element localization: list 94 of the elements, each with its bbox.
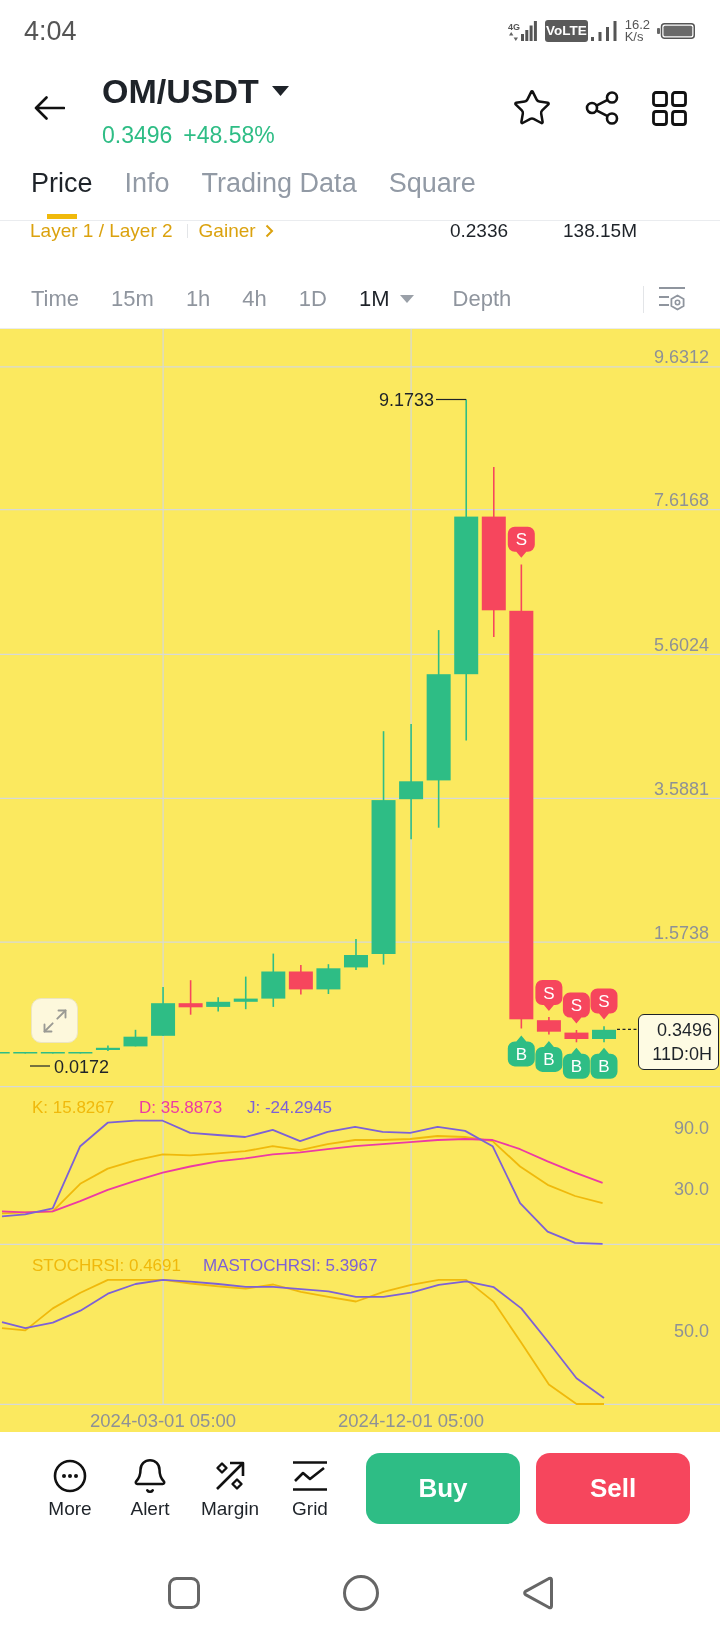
tag-link[interactable]: Gainer xyxy=(198,221,274,241)
interval-tab[interactable]: 1h xyxy=(185,285,211,313)
candlestick xyxy=(316,963,341,995)
chart-settings-icon xyxy=(658,286,686,312)
indicator-value: K: 15.8267 xyxy=(32,1098,115,1117)
clock-time: 4:04 xyxy=(24,15,77,47)
candlestick xyxy=(123,1029,148,1048)
zigzag-lines-icon xyxy=(292,1459,328,1492)
price-axis-label: 9.6312 xyxy=(653,347,709,368)
date-label: 2024-12-01 05:00 xyxy=(338,1410,485,1431)
category-tag[interactable]: Layer 1 / Layer 2 xyxy=(30,221,173,241)
expand-button[interactable] xyxy=(31,998,78,1043)
buy-button[interactable]: Buy xyxy=(366,1453,520,1524)
candlestick xyxy=(68,1051,93,1055)
alert-button[interactable]: Alert xyxy=(110,1457,190,1520)
interval-tab[interactable]: Time xyxy=(31,285,80,313)
network-speed-value: 16.2 xyxy=(624,19,650,31)
depth-tab[interactable]: Depth xyxy=(452,285,512,313)
chart-settings-button[interactable] xyxy=(658,286,686,312)
pair-selector[interactable]: OM/USDT xyxy=(102,71,289,111)
candlestick xyxy=(592,1025,616,1044)
countdown-timer: 11D:0H xyxy=(652,1043,712,1066)
sell-button[interactable]: Sell xyxy=(536,1453,690,1524)
sell-marker: S xyxy=(562,992,590,1024)
signal-bars-icon xyxy=(520,21,537,41)
current-price: 0.3496 xyxy=(656,1019,712,1042)
margin-button[interactable]: Margin xyxy=(190,1457,270,1520)
candlestick xyxy=(344,938,368,971)
recent-apps-icon[interactable] xyxy=(168,1576,200,1609)
network-type-label: 4G xyxy=(507,21,520,32)
network-speed-unit: K/s xyxy=(624,31,644,43)
interval-tab[interactable]: 15m xyxy=(111,285,154,313)
candlestick xyxy=(95,1044,120,1052)
back-icon[interactable] xyxy=(522,1574,553,1611)
tab[interactable]: Square xyxy=(388,152,476,220)
candlestick xyxy=(261,952,286,1008)
last-price: 0.3496 xyxy=(102,121,173,149)
layout-button[interactable] xyxy=(652,90,687,126)
home-icon[interactable] xyxy=(343,1574,379,1611)
grid-button[interactable]: Grid xyxy=(270,1457,350,1520)
date-label: 2024-03-01 05:00 xyxy=(90,1410,237,1431)
interval-tab[interactable]: 4h xyxy=(242,285,267,313)
buy-marker: B xyxy=(562,1047,590,1079)
interval-dropdown[interactable]: 1M xyxy=(358,285,414,313)
more-button[interactable]: More xyxy=(30,1457,110,1520)
high-price-label: 9.1733 xyxy=(378,390,434,410)
chevron-right-icon xyxy=(264,224,274,238)
tab[interactable]: Trading Data xyxy=(201,152,357,220)
more-icon xyxy=(53,1458,87,1493)
candlestick xyxy=(0,1052,10,1054)
price-axis-label: 1.5738 xyxy=(653,922,709,943)
share-icon xyxy=(585,91,619,125)
low-price-label: 0.0172 xyxy=(54,1056,110,1077)
sell-marker: S xyxy=(535,980,563,1011)
axis-label: 50.0 xyxy=(673,1321,709,1341)
candlestick xyxy=(151,986,176,1037)
buy-marker: B xyxy=(535,1040,563,1072)
interval-tab[interactable]: 1D xyxy=(298,285,327,313)
candlestick xyxy=(288,964,313,996)
candlestick xyxy=(233,975,258,1010)
candlestick xyxy=(178,979,203,1016)
buy-marker: B xyxy=(590,1047,618,1079)
grid-icon xyxy=(652,90,687,126)
leader-line xyxy=(29,1065,51,1067)
tab[interactable]: Info xyxy=(124,152,170,220)
price-axis-label: 3.5881 xyxy=(653,778,709,799)
caret-down-icon xyxy=(399,295,414,303)
price-change: +48.58% xyxy=(183,121,275,149)
indicator-value: J: -24.2945 xyxy=(247,1098,333,1117)
candlestick xyxy=(564,1029,589,1044)
data-arrows-icon xyxy=(509,31,519,41)
candlestick xyxy=(40,1051,65,1055)
axis-label: 90.0 xyxy=(673,1118,709,1139)
buy-marker: B xyxy=(507,1035,535,1067)
candlestick xyxy=(206,996,231,1013)
sell-marker: S xyxy=(507,526,535,558)
tab[interactable]: Price xyxy=(31,152,93,220)
candlestick xyxy=(536,1016,561,1036)
leader-line xyxy=(435,398,467,401)
signal-bars-icon xyxy=(590,21,617,41)
volte-badge: VoLTE xyxy=(544,20,588,42)
back-arrow-icon xyxy=(34,96,65,120)
stat-value: 138.15M xyxy=(563,221,637,241)
indicator-value: D: 35.8873 xyxy=(139,1098,223,1117)
caret-down-icon xyxy=(271,86,289,96)
sell-marker: S xyxy=(590,988,618,1020)
price-axis-label: 7.6168 xyxy=(653,490,709,511)
axis-label: 30.0 xyxy=(673,1179,709,1200)
share-button[interactable] xyxy=(585,91,619,125)
candlestick xyxy=(13,1051,38,1055)
battery-icon xyxy=(657,23,695,39)
indicator-value: MASTOCHRSI: 5.3967 xyxy=(203,1256,378,1275)
stat-value: 0.2336 xyxy=(449,221,509,241)
price-axis-label: 5.6024 xyxy=(653,634,709,655)
